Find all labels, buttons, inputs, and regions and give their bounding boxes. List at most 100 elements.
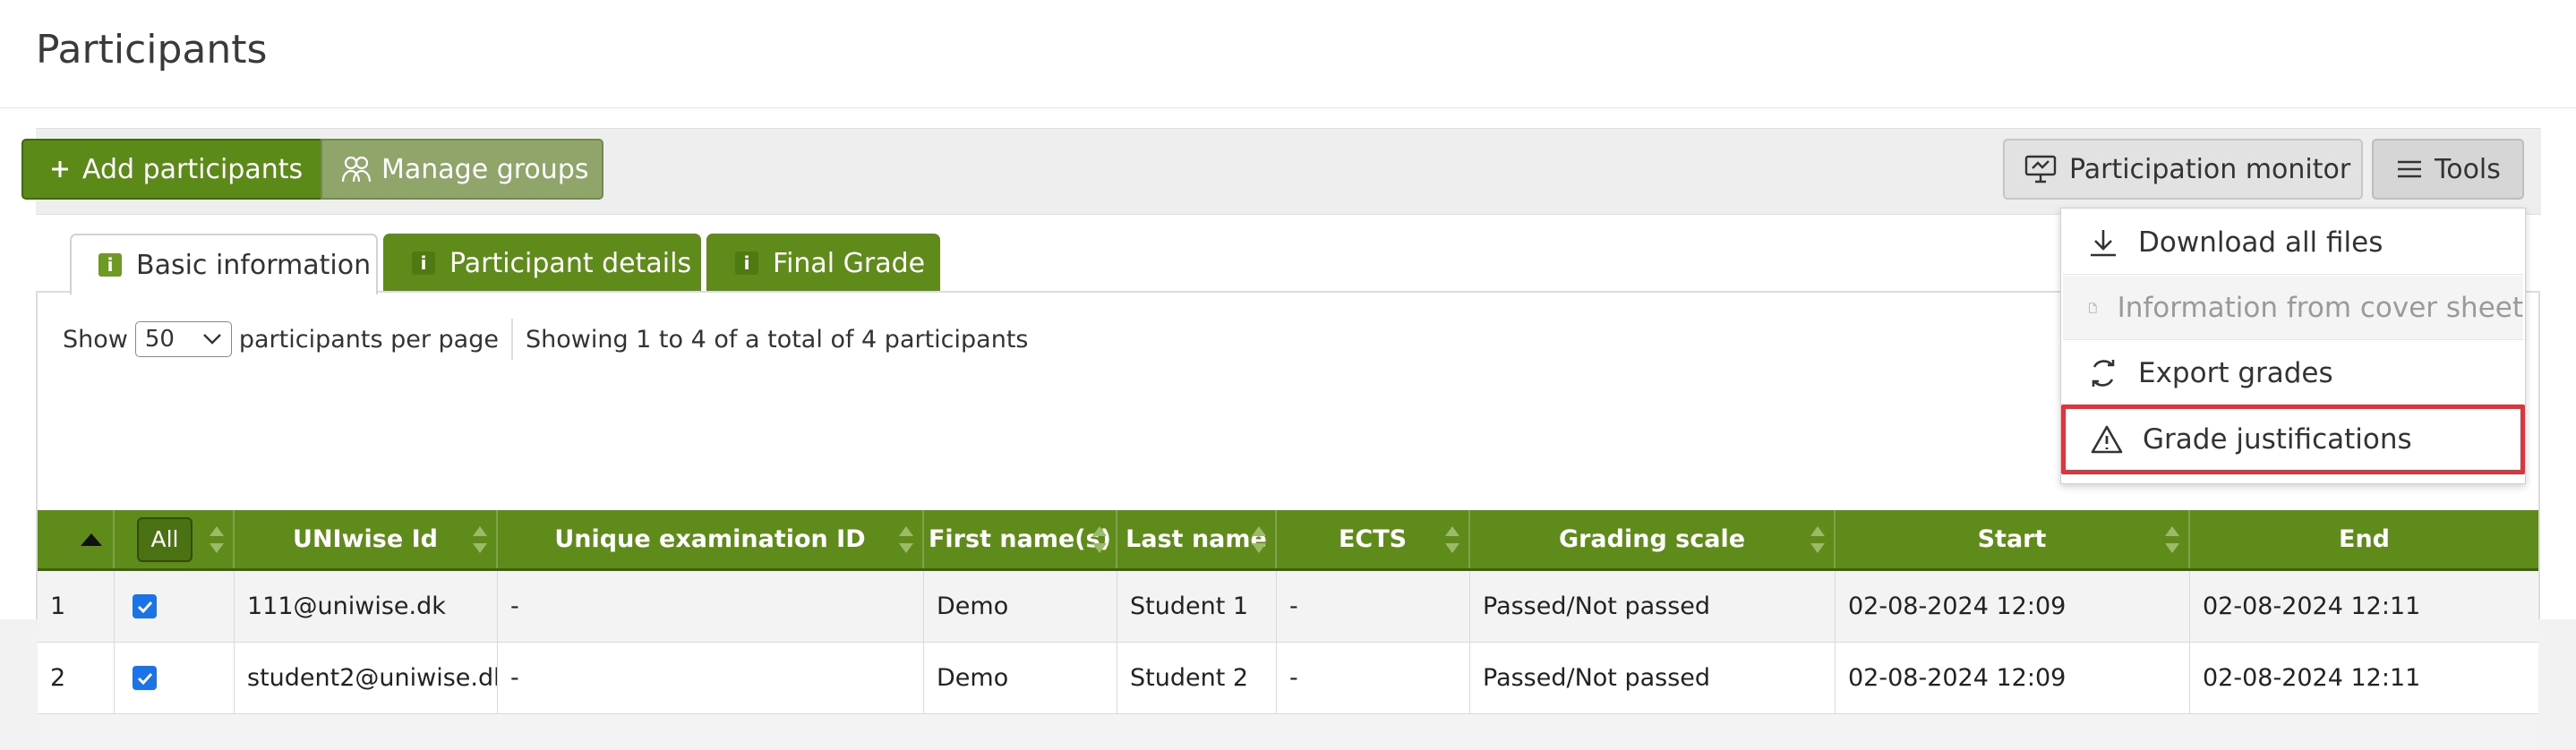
page-title: Participants [36, 27, 268, 72]
menu-item-label: Information from cover sheet [2117, 291, 2523, 324]
tools-button[interactable]: Tools [2372, 139, 2524, 200]
sort-icon[interactable] [210, 526, 224, 553]
table-header: All UNIwise Id Unique examination ID Fir… [38, 510, 2538, 571]
cell-end: 02-08-2024 12:11 [2203, 592, 2421, 620]
column-header-ects[interactable]: ECTS [1277, 510, 1470, 568]
column-header-index[interactable] [38, 510, 115, 568]
tab-basic-information[interactable]: i Basic information [70, 234, 378, 294]
participation-monitor-button[interactable]: Participation monitor [2003, 139, 2363, 200]
info-icon: i [98, 253, 122, 277]
cell-first-name: Demo [924, 643, 1117, 713]
cell-exam-id: - [498, 571, 924, 642]
tools-label: Tools [2435, 153, 2501, 185]
column-label: ECTS [1338, 525, 1408, 553]
cell-first-name: Demo [924, 571, 1117, 642]
tab-final-grade[interactable]: i Final Grade [706, 234, 940, 293]
sort-icon[interactable] [1810, 526, 1825, 553]
per-page-value: 50 [144, 326, 175, 353]
column-label: Last name [1125, 525, 1267, 553]
document-icon [2089, 302, 2097, 313]
cell-end: 02-08-2024 12:11 [2203, 664, 2421, 692]
column-header-end[interactable]: End [2190, 510, 2538, 568]
pagination-summary: Showing 1 to 4 of a total of 4 participa… [525, 325, 1029, 354]
per-page-suffix: participants per page [238, 325, 499, 354]
column-label: Grading scale [1558, 525, 1746, 553]
sort-icon[interactable] [473, 526, 487, 553]
chevron-down-icon [203, 334, 221, 345]
column-label: First name(s) [928, 525, 1112, 553]
sort-icon[interactable] [1252, 526, 1266, 553]
column-header-select: All [115, 510, 235, 568]
check-icon [137, 672, 152, 685]
check-icon [137, 601, 152, 613]
sort-icon[interactable] [1445, 526, 1459, 553]
column-label: Unique examination ID [554, 525, 866, 553]
sort-icon[interactable] [1092, 526, 1107, 553]
add-participants-label: Add participants [82, 153, 304, 185]
participation-monitor-label: Participation monitor [2069, 153, 2351, 185]
monitor-icon [2024, 155, 2057, 183]
manage-groups-label: Manage groups [381, 153, 589, 185]
menu-item-information-from-cover-sheet: Information from cover sheet [2063, 276, 2523, 340]
page-header: Participants [0, 0, 2576, 108]
row-index: 2 [38, 643, 115, 713]
pagination-bar: Show 50 participants per page Showing 1 … [63, 318, 1028, 361]
row-select-cell [115, 571, 235, 642]
divider [510, 319, 513, 360]
groups-icon [341, 156, 372, 183]
column-header-last-name[interactable]: Last name [1117, 510, 1277, 568]
column-header-uniwise-id[interactable]: UNIwise Id [235, 510, 498, 568]
plus-icon [52, 161, 68, 177]
cell-uniwise-id: student2@uniwise.dk [235, 643, 498, 713]
column-header-exam-id[interactable]: Unique examination ID [498, 510, 924, 568]
tab-label: Participant details [449, 247, 692, 279]
sort-icon[interactable] [899, 526, 913, 553]
cell-grading-scale: Passed/Not passed [1470, 571, 1836, 642]
menu-item-export-grades[interactable]: Export grades [2063, 341, 2523, 405]
menu-item-grade-justifications[interactable]: Grade justifications [2061, 405, 2525, 474]
tab-label: Final Grade [773, 247, 926, 279]
row-checkbox[interactable] [133, 594, 157, 618]
per-page-select[interactable]: 50 [134, 321, 232, 357]
row-checkbox[interactable] [133, 666, 157, 690]
menu-icon [2398, 160, 2421, 178]
column-header-first-name[interactable]: First name(s) [924, 510, 1117, 568]
cell-ects: - [1277, 571, 1470, 642]
column-header-grading-scale[interactable]: Grading scale [1470, 510, 1836, 568]
sort-icon[interactable] [2165, 526, 2179, 553]
row-index: 1 [38, 571, 115, 642]
column-label: End [2339, 525, 2390, 553]
tab-participant-details[interactable]: i Participant details [383, 234, 701, 293]
table-row: 1 111@uniwise.dk - Demo Student 1 - Pass… [38, 571, 2538, 643]
cell-ects: - [1277, 643, 1470, 713]
tab-label: Basic information [136, 249, 372, 281]
column-label: UNIwise Id [293, 525, 438, 553]
cell-start: 02-08-2024 12:09 [1836, 643, 2190, 713]
add-participants-button[interactable]: Add participants [21, 139, 322, 200]
table-row: 2 student2@uniwise.dk - Demo Student 2 -… [38, 643, 2538, 714]
info-icon: i [735, 251, 758, 275]
tools-dropdown-menu: Download all files Information from cove… [2060, 208, 2526, 484]
menu-item-download-all-files[interactable]: Download all files [2063, 210, 2523, 275]
row-select-cell [115, 643, 235, 713]
column-label: Start [1977, 525, 2047, 553]
sort-asc-icon [81, 533, 102, 546]
menu-item-label: Grade justifications [2143, 423, 2412, 456]
table-row [38, 714, 2538, 750]
export-icon [2092, 359, 2115, 387]
download-icon [2091, 229, 2116, 256]
manage-groups-button[interactable]: Manage groups [321, 139, 603, 200]
cell-uniwise-id: 111@uniwise.dk [235, 571, 498, 642]
warning-icon [2091, 425, 2123, 454]
select-all-button[interactable]: All [137, 516, 193, 562]
cell-start: 02-08-2024 12:09 [1836, 571, 2190, 642]
cell-exam-id: - [498, 643, 924, 713]
menu-item-label: Download all files [2138, 226, 2383, 259]
menu-item-label: Export grades [2138, 356, 2333, 389]
cell-grading-scale: Passed/Not passed [1470, 643, 1836, 713]
show-label: Show [63, 325, 128, 354]
column-header-start[interactable]: Start [1836, 510, 2190, 568]
cell-last-name: Student 2 [1117, 643, 1277, 713]
cell-last-name: Student 1 [1117, 571, 1277, 642]
info-icon: i [412, 251, 435, 275]
